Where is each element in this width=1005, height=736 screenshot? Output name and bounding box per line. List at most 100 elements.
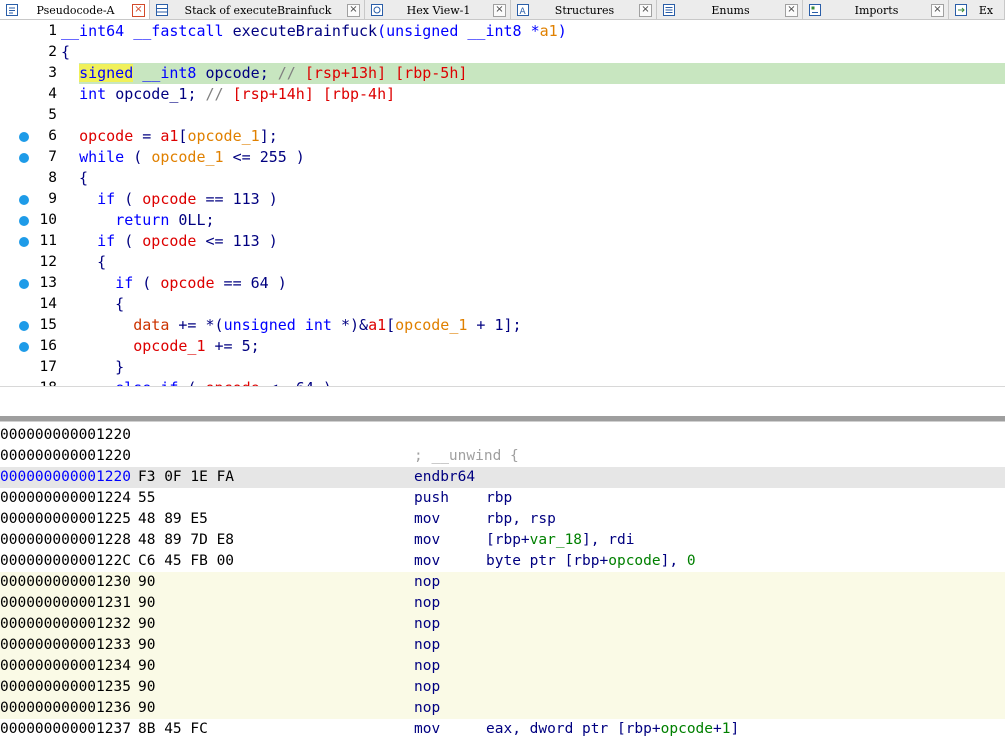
mnemonic[interactable]: nop bbox=[414, 593, 440, 614]
mnemonic[interactable]: nop bbox=[414, 614, 440, 635]
tab-pseudocode-a[interactable]: Pseudocode-A × bbox=[0, 0, 150, 19]
breakpoint-marker-icon[interactable] bbox=[19, 195, 29, 205]
disasm-line[interactable]: 000000000001236 90 nop bbox=[0, 698, 1005, 719]
code-token[interactable]: opcode bbox=[79, 127, 133, 145]
code-token[interactable]: opcode_1 bbox=[395, 316, 467, 334]
code-token[interactable]: 113 bbox=[233, 232, 260, 250]
code-token[interactable]: unsigned int bbox=[224, 316, 332, 334]
code-token[interactable]: [rsp+13h] [rbp-5h] bbox=[305, 64, 468, 82]
pseudocode-line[interactable]: 5 bbox=[0, 105, 1005, 126]
code-token[interactable]: opcode_1 bbox=[187, 127, 259, 145]
code-token[interactable]: if bbox=[97, 232, 115, 250]
tab-hex-view-1[interactable]: Hex View-1 × bbox=[365, 0, 511, 19]
pseudocode-line[interactable]: 4 int opcode_1; // [rsp+14h] [rbp-4h] bbox=[0, 84, 1005, 105]
code-token[interactable]: __int8 bbox=[133, 64, 205, 82]
code-token[interactable]: 64 bbox=[251, 274, 269, 292]
code-token[interactable]: int bbox=[79, 85, 115, 103]
code-token[interactable]: a1 bbox=[540, 22, 558, 40]
tab-structures[interactable]: A Structures × bbox=[511, 0, 657, 19]
pseudocode-line[interactable]: 11 if ( opcode <= 113 ) bbox=[0, 231, 1005, 252]
pseudocode-line[interactable]: 7 while ( opcode_1 <= 255 ) bbox=[0, 147, 1005, 168]
disasm-line[interactable]: 000000000001234 90 nop bbox=[0, 656, 1005, 677]
code-token[interactable]: [rsp+14h] [rbp-4h] bbox=[233, 85, 396, 103]
mnemonic[interactable]: nop bbox=[414, 656, 440, 677]
pseudocode-line[interactable]: 13 if ( opcode == 64 ) bbox=[0, 273, 1005, 294]
breakpoint-marker-icon[interactable] bbox=[19, 132, 29, 142]
tab-enums[interactable]: Enums × bbox=[657, 0, 803, 19]
disasm-line[interactable]: 000000000001220 ; __unwind { bbox=[0, 446, 1005, 467]
mnemonic[interactable]: mov bbox=[414, 509, 440, 530]
close-icon[interactable]: × bbox=[493, 3, 506, 17]
code-token[interactable]: opcode bbox=[142, 190, 196, 208]
tab-imports[interactable]: Imports × bbox=[803, 0, 949, 19]
code-token[interactable]: a1 bbox=[160, 127, 178, 145]
mnemonic[interactable]: mov bbox=[414, 551, 440, 572]
pseudocode-line[interactable]: 14 { bbox=[0, 294, 1005, 315]
mnemonic[interactable]: nop bbox=[414, 698, 440, 719]
code-token[interactable]: data bbox=[133, 316, 169, 334]
disasm-line[interactable]: 000000000001225 48 89 E5 mov rbp, rsp bbox=[0, 509, 1005, 530]
close-icon[interactable]: × bbox=[639, 3, 652, 17]
disasm-line[interactable]: 000000000001231 90 nop bbox=[0, 593, 1005, 614]
code-token[interactable]: if bbox=[97, 190, 115, 208]
pseudocode-line[interactable]: 1 __int64 __fastcall executeBrainfuck(uns… bbox=[0, 21, 1005, 42]
code-token[interactable]: 255 bbox=[260, 148, 287, 166]
pseudocode-line[interactable]: 10 return 0LL; bbox=[0, 210, 1005, 231]
code-token[interactable]: opcode bbox=[206, 379, 260, 386]
disasm-line[interactable]: 000000000001232 90 nop bbox=[0, 614, 1005, 635]
breakpoint-marker-icon[interactable] bbox=[19, 279, 29, 289]
pseudocode-line[interactable]: 17 } bbox=[0, 357, 1005, 378]
code-token[interactable]: opcode_1 bbox=[151, 148, 223, 166]
mnemonic[interactable]: endbr64 bbox=[414, 467, 475, 488]
pseudocode-line[interactable]: 16 opcode_1 += 5; bbox=[0, 336, 1005, 357]
pseudocode-line[interactable]: 2{ bbox=[0, 42, 1005, 63]
code-token[interactable]: 64 bbox=[296, 379, 314, 386]
code-token[interactable]: opcode bbox=[206, 64, 260, 82]
disasm-line[interactable]: 000000000001233 90 nop bbox=[0, 635, 1005, 656]
code-token[interactable]: __int64 __fastcall bbox=[61, 22, 233, 40]
disasm-line[interactable]: 00000000000122C C6 45 FB 00 mov byte ptr [r… bbox=[0, 551, 1005, 572]
breakpoint-marker-icon[interactable] bbox=[19, 342, 29, 352]
code-token[interactable]: ) bbox=[558, 22, 567, 40]
pseudocode-line[interactable]: 15 data += *(unsigned int *)&a1[opcode_1… bbox=[0, 315, 1005, 336]
code-token[interactable]: 113 bbox=[233, 190, 260, 208]
code-token[interactable]: 0LL bbox=[178, 211, 205, 229]
disasm-line[interactable]: 000000000001235 90 nop bbox=[0, 677, 1005, 698]
code-token[interactable]: signed bbox=[79, 64, 134, 82]
code-token[interactable]: (unsigned __int8 * bbox=[377, 22, 540, 40]
code-token[interactable]: return bbox=[115, 211, 169, 229]
pseudocode-line[interactable]: 3 signed __int8 opcode; // [rsp+13h] [rb… bbox=[0, 63, 1005, 84]
mnemonic[interactable]: mov bbox=[414, 719, 440, 736]
breakpoint-marker-icon[interactable] bbox=[19, 237, 29, 247]
code-token[interactable]: opcode_1 bbox=[133, 337, 205, 355]
close-icon[interactable]: × bbox=[132, 3, 145, 17]
disasm-line[interactable]: 000000000001230 90 nop bbox=[0, 572, 1005, 593]
operand-token[interactable]: var_18 bbox=[530, 532, 582, 548]
code-token[interactable]: a1 bbox=[368, 316, 386, 334]
mnemonic[interactable]: mov bbox=[414, 530, 440, 551]
code-token[interactable]: opcode_1 bbox=[115, 85, 187, 103]
disasm-line[interactable]: 000000000001224 55 push rbp bbox=[0, 488, 1005, 509]
mnemonic[interactable]: nop bbox=[414, 635, 440, 656]
operand-token[interactable]: opcode bbox=[661, 721, 713, 736]
operand-token[interactable]: opcode bbox=[608, 553, 660, 569]
pseudocode-line[interactable]: 9 if ( opcode == 113 ) bbox=[0, 189, 1005, 210]
pseudocode-line[interactable]: 18 else if ( opcode <= 64 ) bbox=[0, 378, 1005, 386]
close-icon[interactable]: × bbox=[931, 3, 944, 17]
breakpoint-marker-icon[interactable] bbox=[19, 321, 29, 331]
code-token[interactable]: 5 bbox=[242, 337, 251, 355]
code-token[interactable]: while bbox=[79, 148, 124, 166]
tab-stack-of-executebrainfuck[interactable]: Stack of executeBrainfuck × bbox=[150, 0, 365, 19]
disassembly-view[interactable]: 000000000001220 000000000001220 ; __unwind… bbox=[0, 421, 1005, 736]
code-token[interactable]: opcode bbox=[142, 232, 196, 250]
code-token[interactable]: opcode bbox=[160, 274, 214, 292]
close-icon[interactable]: × bbox=[347, 3, 360, 17]
code-token[interactable]: if bbox=[115, 274, 133, 292]
mnemonic[interactable]: nop bbox=[414, 572, 440, 593]
code-token[interactable]: executeBrainfuck bbox=[233, 22, 378, 40]
mnemonic[interactable]: nop bbox=[414, 677, 440, 698]
breakpoint-marker-icon[interactable] bbox=[19, 216, 29, 226]
mnemonic[interactable]: push bbox=[414, 488, 449, 509]
disasm-line[interactable]: 000000000001228 48 89 7D E8 mov [rbp+var_18… bbox=[0, 530, 1005, 551]
pseudocode-line[interactable]: 6 opcode = a1[opcode_1]; bbox=[0, 126, 1005, 147]
